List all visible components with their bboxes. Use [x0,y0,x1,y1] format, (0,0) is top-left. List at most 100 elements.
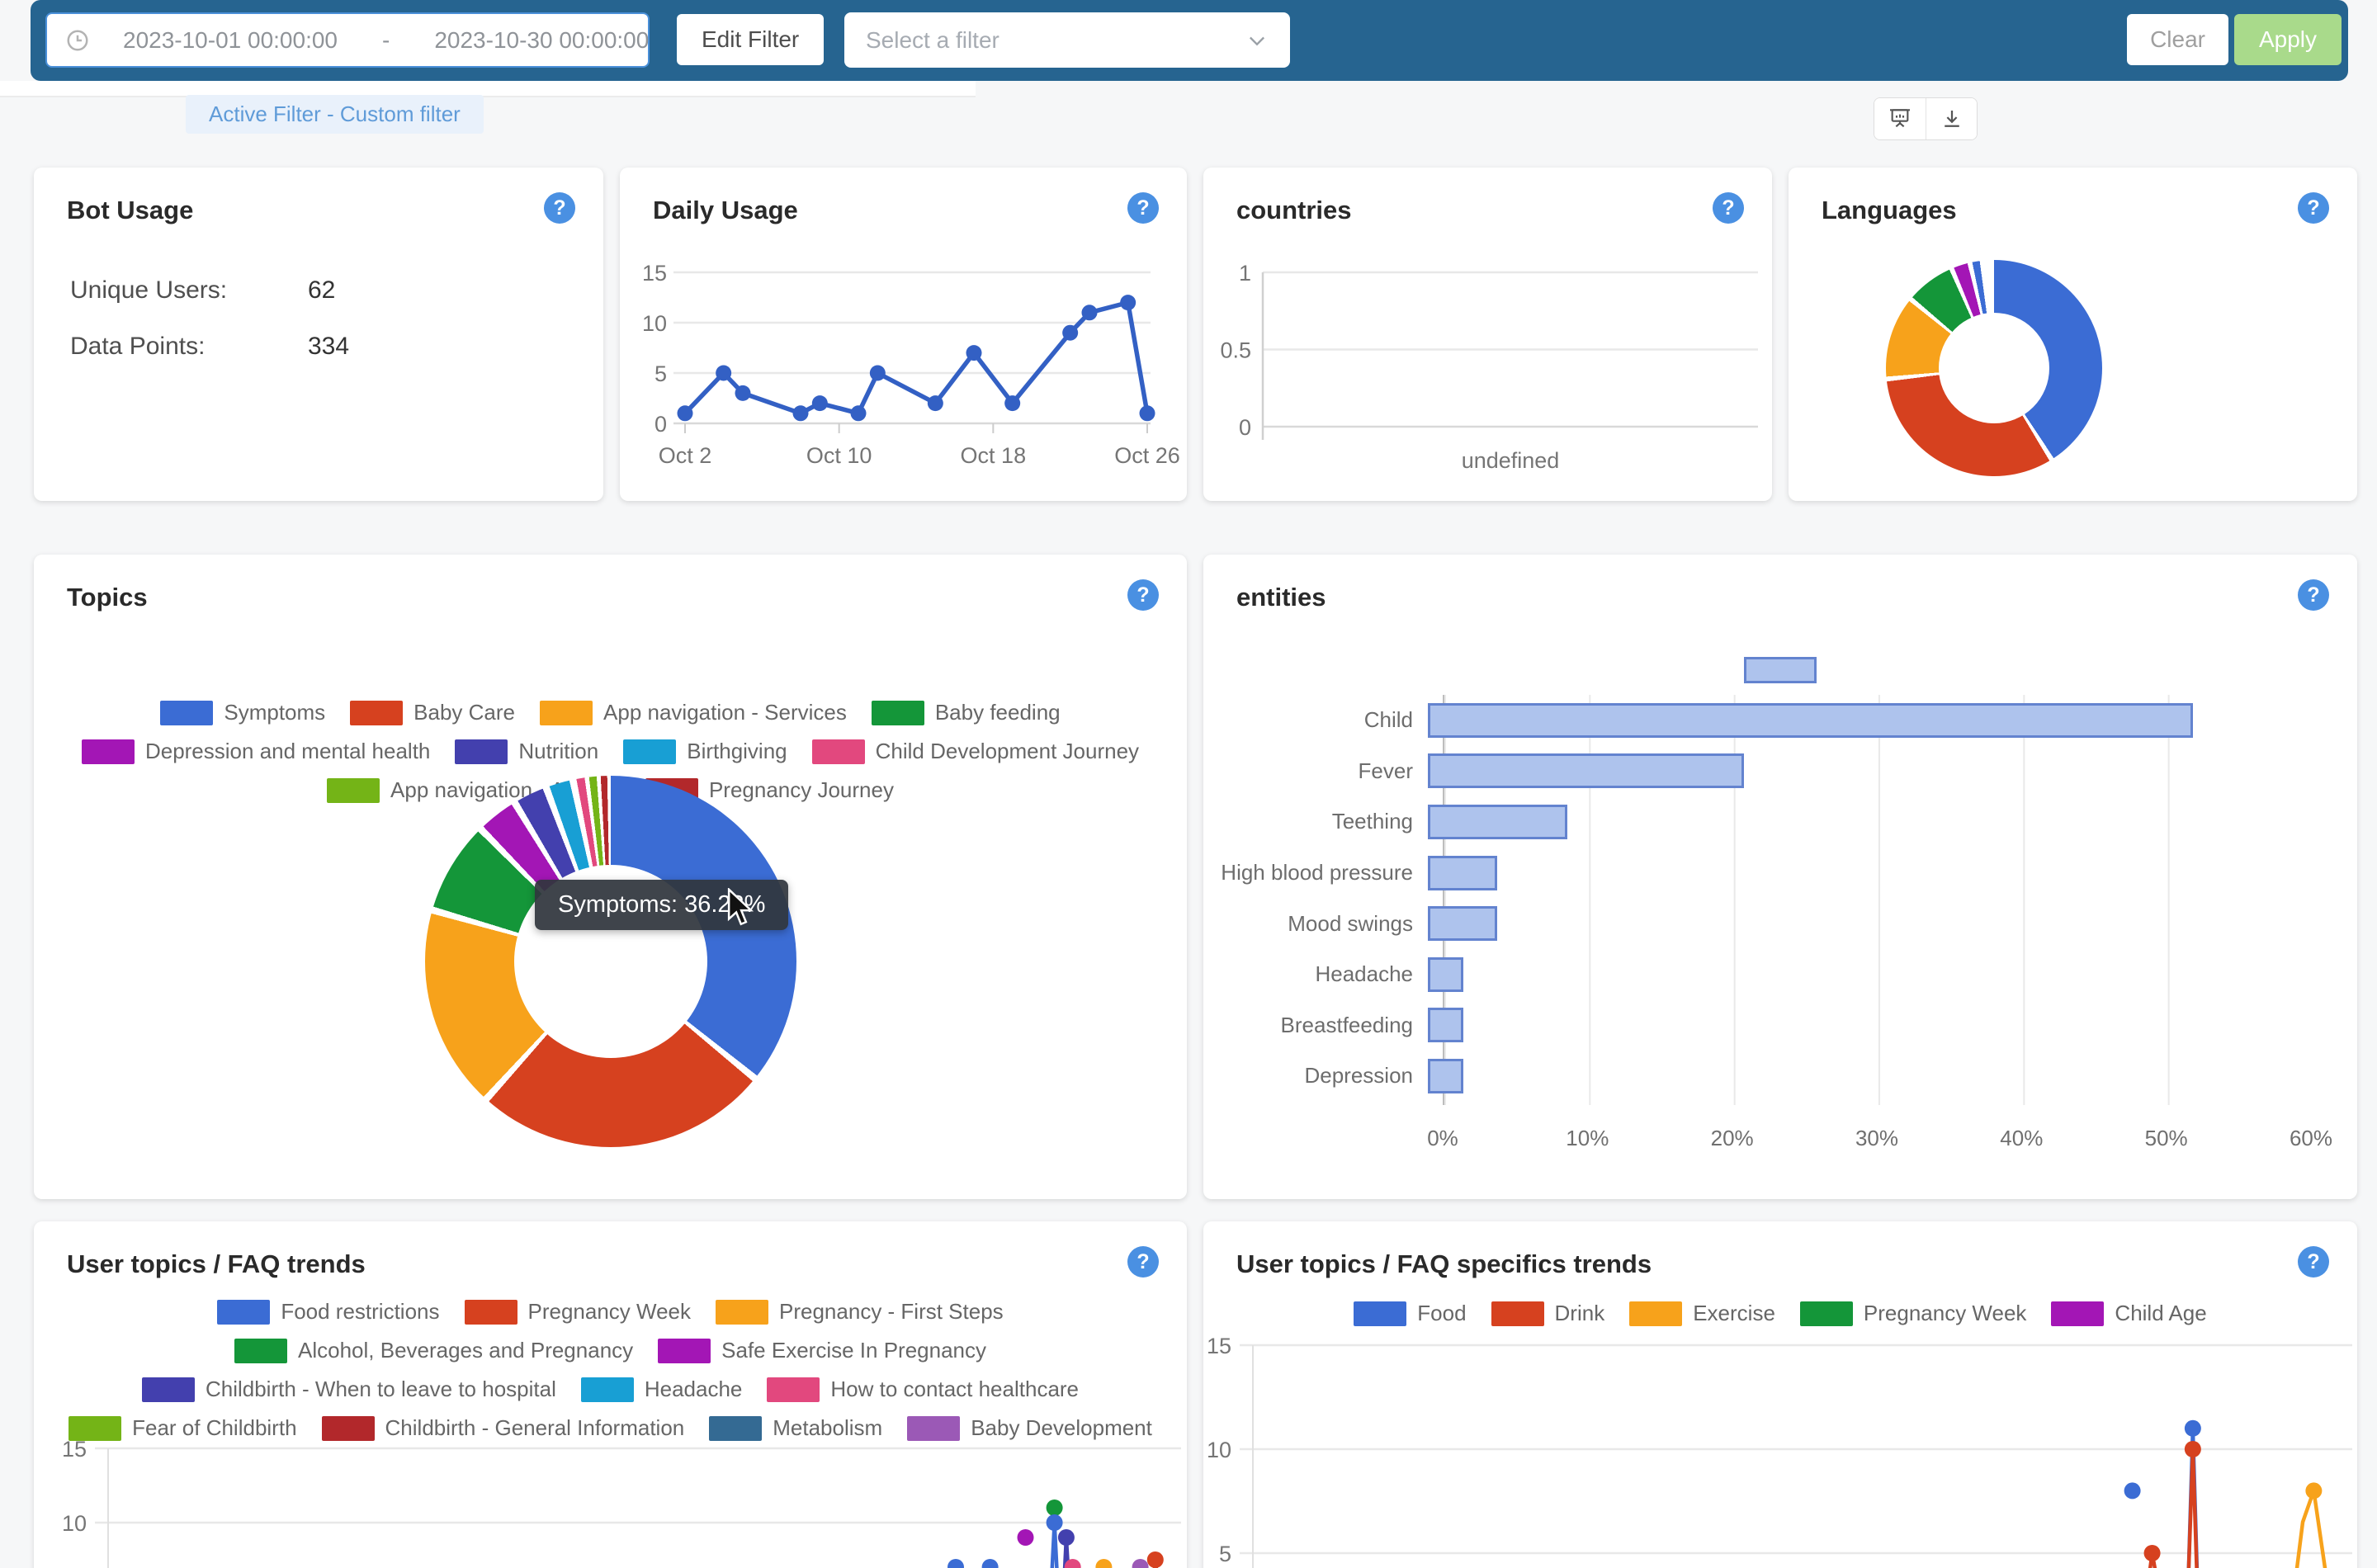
svg-text:10: 10 [62,1511,87,1536]
faq-specifics-line-chart[interactable]: 15 10 5 [1203,1221,2357,1568]
x-tick-label: 40% [2000,1126,2043,1151]
bar-label: Child [1218,707,1428,733]
bar[interactable] [1428,1059,1463,1093]
svg-text:5: 5 [655,361,667,386]
bar-label: Breastfeeding [1218,1013,1428,1038]
x-tick-label: 30% [1855,1126,1898,1151]
date-end: 2023-10-30 00:00:00 [434,27,649,54]
svg-text:15: 15 [1207,1334,1231,1358]
legend-item: Baby Care [350,700,515,725]
bar[interactable] [1428,753,1744,788]
entities-bar-chart[interactable]: Child Fever Teething High blood pressure Moo… [1218,695,2311,1102]
help-icon[interactable]: ? [2298,192,2329,224]
legend-label: Depression and mental health [145,739,430,764]
bar-label: High blood pressure [1218,860,1428,886]
bar-label: Depression [1218,1063,1428,1089]
bar[interactable] [1428,856,1497,890]
daily-usage-line-chart[interactable]: 151050Oct 2Oct 10Oct 18Oct 26 [620,168,1187,501]
download-button[interactable] [1926,98,1977,139]
bar[interactable] [1428,1008,1463,1042]
legend-item: Birthgiving [623,739,787,764]
legend-label: Birthgiving [687,739,787,764]
bar[interactable] [1428,703,2193,738]
countries-card: countries ? 10.50undefined [1203,168,1772,501]
bar-label: Teething [1218,809,1428,834]
svg-text:1: 1 [1239,261,1251,286]
legend-swatch [350,701,403,725]
chevron-down-icon [1245,29,1269,52]
svg-text:5: 5 [1219,1542,1231,1566]
legend-swatch [812,739,865,764]
svg-text:Oct 26: Oct 26 [1114,443,1180,468]
legend-item: Child Development Journey [812,739,1139,764]
faq-trends-card: User topics / FAQ trends ? Food restrict… [34,1221,1187,1568]
date-range-input[interactable]: 2023-10-01 00:00:00 - 2023-10-30 00:00:0… [45,12,650,68]
svg-text:Oct 10: Oct 10 [806,443,872,468]
svg-text:15: 15 [62,1437,87,1462]
filter-select-placeholder: Select a filter [866,27,999,54]
bar-row: Teething [1218,796,2311,848]
help-icon[interactable]: ? [544,192,575,224]
apply-button[interactable]: Apply [2234,14,2342,65]
svg-text:0.5: 0.5 [1220,338,1251,363]
topics-donut-chart[interactable] [425,776,796,1147]
filter-select[interactable]: Select a filter [844,12,1290,68]
x-tick-label: 0% [1427,1126,1458,1151]
dashboard-page: 2023-10-01 00:00:00 - 2023-10-30 00:00:0… [0,0,2377,1568]
legend-swatch [160,701,213,725]
svg-text:0: 0 [1239,415,1251,440]
legend-item: Depression and mental health [82,739,430,764]
legend-label: Pregnancy Journey [709,777,894,803]
card-title: Topics [67,583,148,612]
legend-label: Child Development Journey [876,739,1139,764]
legend-item: App navigation - Services [540,700,847,725]
bot-usage-card: Bot Usage ? Unique Users: 62 Data Points… [34,168,603,501]
svg-text:10: 10 [642,311,667,336]
legend-label: Nutrition [518,739,598,764]
legend-label: App navigation - Services [603,700,847,725]
x-tick-label: 60% [2290,1126,2332,1151]
date-start: 2023-10-01 00:00:00 [123,27,338,54]
legend-swatch [455,739,508,764]
bar-row: Headache [1218,949,2311,1000]
legend-label: Baby Care [413,700,515,725]
svg-text:Oct 18: Oct 18 [961,443,1027,468]
stat-label: Unique Users: [70,276,227,304]
legend-swatch [327,778,380,803]
filter-toolbar: 2023-10-01 00:00:00 - 2023-10-30 00:00:0… [31,0,2348,81]
bar-row: Fever [1218,746,2311,797]
faq-trends-line-chart[interactable]: 1510 [34,1221,1187,1568]
help-icon[interactable]: ? [2298,579,2329,611]
legend-item: Nutrition [455,739,598,764]
stat-value: 62 [308,276,335,305]
date-separator: - [371,27,401,54]
bar-label: Headache [1218,961,1428,987]
legend-label: Symptoms [224,700,325,725]
x-tick-label: 50% [2145,1126,2188,1151]
bar-row: Breastfeeding [1218,1000,2311,1051]
x-tick-label: 20% [1711,1126,1754,1151]
topics-card: Topics ? Symptoms Baby Care App navigation… [34,555,1187,1199]
daily-usage-card: Daily Usage ? 151050Oct 2Oct 10Oct 18Oct… [620,168,1187,501]
edit-filter-button[interactable]: Edit Filter [677,14,824,65]
clear-button[interactable]: Clear [2127,14,2228,65]
card-title: Languages [1822,196,1957,225]
bar-label: Fever [1218,758,1428,784]
bar[interactable] [1428,805,1567,839]
bar-row: Mood swings [1218,898,2311,949]
card-title: Bot Usage [67,196,193,225]
bar[interactable] [1428,957,1463,992]
bar-row: Depression [1218,1051,2311,1102]
mouse-cursor-icon [725,888,762,933]
entities-card: entities ? Child Fever Teething High blood … [1203,555,2357,1199]
x-tick-label: 10% [1566,1126,1609,1151]
languages-donut-chart[interactable] [1886,260,2102,476]
help-icon[interactable]: ? [1127,579,1159,611]
presentation-button[interactable] [1874,98,1926,139]
view-actions-group [1874,97,1978,140]
svg-text:undefined: undefined [1462,448,1560,473]
clock-icon [65,28,90,53]
svg-text:10: 10 [1207,1438,1231,1462]
card-title: entities [1236,583,1326,612]
bar[interactable] [1428,906,1497,941]
